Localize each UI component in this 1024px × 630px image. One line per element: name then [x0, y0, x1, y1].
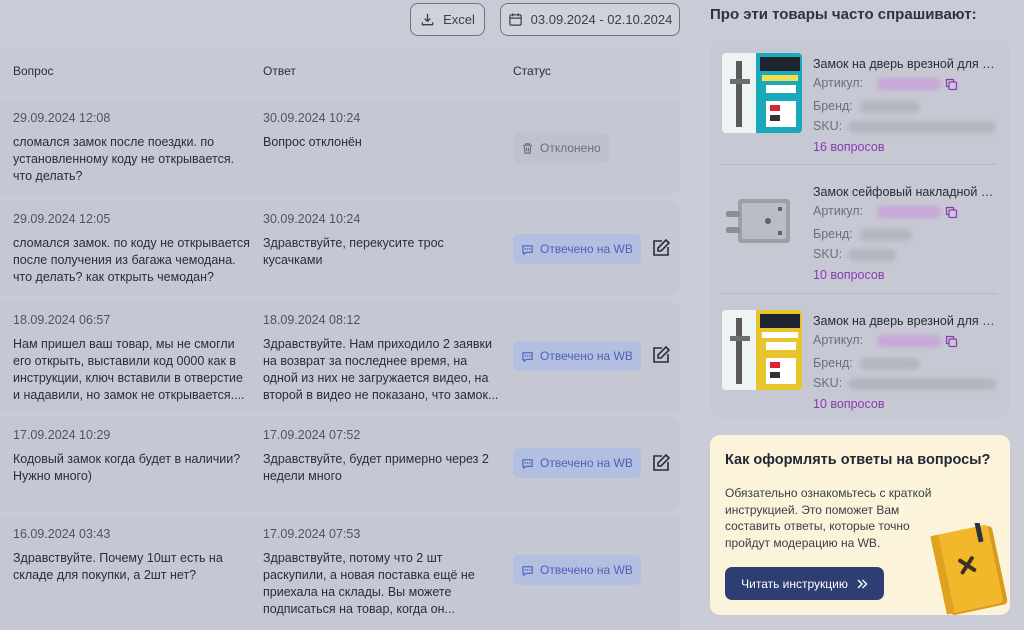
- answer-text: Здравствуйте, будет примерно через 2 нед…: [263, 452, 489, 483]
- question-text: Кодовый замок когда будет в наличии? Нуж…: [13, 452, 241, 483]
- question-count: 10 вопросов: [813, 397, 885, 411]
- chat-icon: [522, 351, 533, 362]
- status-badge: Отвечено на WB: [513, 234, 641, 264]
- status-label: Отвечено на WB: [540, 348, 633, 363]
- question-count: 10 вопросов: [813, 268, 885, 282]
- brand-value-redacted: [860, 358, 920, 370]
- product-thumbnail: [722, 310, 802, 390]
- question-text: Нам пришел ваш товар, мы не смогли его о…: [13, 337, 245, 402]
- brand-label: Бренд:: [813, 99, 853, 113]
- double-chevron-right-icon: [857, 579, 868, 588]
- sku-label: SKU:: [813, 376, 843, 390]
- product-list: Замок на дверь врезной для к... Артикул:…: [710, 39, 1010, 418]
- status-label: Отвечено на WB: [540, 455, 633, 470]
- answer-date: 17.09.2024 07:53: [263, 527, 361, 541]
- status-badge: Отвечено на WB: [513, 555, 641, 585]
- sku-value-redacted: [848, 121, 996, 133]
- brand-label: Бренд:: [813, 227, 853, 241]
- instruction-card: Как оформлять ответы на вопросы? Обязате…: [710, 435, 1010, 615]
- table-header: Вопрос Ответ Статус: [0, 46, 680, 94]
- questions-page: Excel 03.09.2024 - 02.10.2024 Вопрос Отв…: [0, 0, 1024, 630]
- brand-label: Бренд:: [813, 356, 853, 370]
- article-label: Артикул:: [813, 204, 864, 218]
- question-count: 16 вопросов: [813, 140, 885, 154]
- column-answer: Ответ: [263, 64, 296, 78]
- table-row[interactable]: 29.09.2024 12:05 сломался замок. по коду…: [0, 201, 680, 295]
- status-badge: Отклонено: [513, 133, 609, 163]
- answer-date: 30.09.2024 10:24: [263, 212, 361, 226]
- column-status: Статус: [513, 64, 551, 78]
- sku-label: SKU:: [813, 119, 843, 133]
- excel-label: Excel: [443, 12, 475, 27]
- date-range-label: 03.09.2024 - 02.10.2024: [530, 12, 673, 27]
- sku-label: SKU:: [813, 247, 843, 261]
- table-row[interactable]: 16.09.2024 03:43 Здравствуйте. Почему 10…: [0, 516, 680, 630]
- product-thumbnail: [722, 181, 802, 261]
- status-label: Отвечено на WB: [540, 562, 633, 577]
- status-label: Отвечено на WB: [540, 241, 633, 256]
- chat-icon: [522, 565, 533, 576]
- edit-icon[interactable]: [650, 452, 672, 474]
- table-row[interactable]: 18.09.2024 06:57 Нам пришел ваш товар, м…: [0, 302, 680, 412]
- question-date: 16.09.2024 03:43: [13, 527, 111, 541]
- question-text: сломался замок после поездки. по установ…: [13, 135, 235, 183]
- question-text: Здравствуйте. Почему 10шт есть на складе…: [13, 551, 223, 582]
- product-card[interactable]: Замок на дверь врезной для к... Артикул:…: [720, 45, 997, 165]
- instruction-title: Как оформлять ответы на вопросы?: [725, 452, 991, 468]
- question-date: 18.09.2024 06:57: [13, 313, 111, 327]
- download-icon: [421, 13, 434, 26]
- brand-value-redacted: [860, 101, 920, 113]
- status-label: Отклонено: [540, 140, 601, 155]
- notebook-illustration-icon: [930, 523, 1008, 615]
- copy-icon[interactable]: [945, 206, 958, 219]
- answer-text: Здравствуйте, потому что 2 шт раскупили,…: [263, 551, 475, 616]
- calendar-icon: [508, 13, 522, 26]
- article-value-redacted: [877, 78, 941, 90]
- product-title: Замок на дверь врезной для к...: [813, 314, 997, 328]
- brand-value-redacted: [860, 229, 912, 241]
- chat-icon: [522, 244, 533, 255]
- table-row[interactable]: 17.09.2024 10:29 Кодовый замок когда буд…: [0, 417, 680, 511]
- answer-date: 18.09.2024 08:12: [263, 313, 361, 327]
- article-label: Артикул:: [813, 333, 864, 347]
- question-text: сломался замок. по коду не открывается п…: [13, 236, 250, 284]
- sku-value-redacted: [848, 249, 896, 261]
- answer-text: Здравствуйте, перекусите трос кусачками: [263, 236, 444, 267]
- product-card[interactable]: Замок на дверь врезной для к... Артикул:…: [720, 302, 997, 422]
- product-card[interactable]: Замок сейфовый накладной З... Артикул: Б…: [720, 173, 997, 293]
- date-range-picker[interactable]: 03.09.2024 - 02.10.2024: [500, 3, 680, 36]
- product-title: Замок сейфовый накладной З...: [813, 185, 997, 199]
- product-title: Замок на дверь врезной для к...: [813, 57, 997, 71]
- divider: [720, 293, 997, 294]
- question-date: 29.09.2024 12:05: [13, 212, 111, 226]
- article-label: Артикул:: [813, 76, 864, 90]
- answer-text: Вопрос отклонён: [263, 135, 362, 149]
- product-thumbnail: [722, 53, 802, 133]
- read-instruction-label: Читать инструкцию: [741, 576, 848, 591]
- answer-text: Здравствуйте. Нам приходило 2 заявки на …: [263, 337, 499, 402]
- column-question: Вопрос: [13, 64, 54, 78]
- edit-icon[interactable]: [650, 237, 672, 259]
- sku-value-redacted: [848, 378, 996, 390]
- answer-date: 17.09.2024 07:52: [263, 428, 361, 442]
- edit-icon[interactable]: [650, 344, 672, 366]
- question-date: 29.09.2024 12:08: [13, 111, 111, 125]
- read-instruction-button[interactable]: Читать инструкцию: [725, 567, 884, 600]
- copy-icon[interactable]: [945, 335, 958, 348]
- status-badge: Отвечено на WB: [513, 341, 641, 371]
- table-row[interactable]: 29.09.2024 12:08 сломался замок после по…: [0, 100, 680, 194]
- copy-icon[interactable]: [945, 78, 958, 91]
- chat-icon: [522, 458, 533, 469]
- question-date: 17.09.2024 10:29: [13, 428, 111, 442]
- instruction-text: Обязательно ознакомьтесь с краткой инстр…: [725, 486, 932, 550]
- status-badge: Отвечено на WB: [513, 448, 641, 478]
- article-value-redacted: [877, 335, 941, 347]
- answer-date: 30.09.2024 10:24: [263, 111, 361, 125]
- excel-export-button[interactable]: Excel: [410, 3, 485, 36]
- trash-icon: [523, 142, 532, 154]
- sidebar-title: Про эти товары часто спрашивают:: [710, 6, 977, 23]
- divider: [720, 164, 997, 165]
- article-value-redacted: [877, 206, 941, 218]
